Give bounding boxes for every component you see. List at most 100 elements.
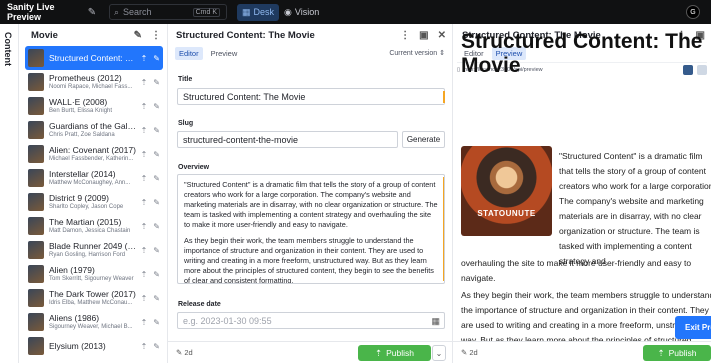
edit-icon[interactable]: ✎: [153, 126, 160, 135]
edit-icon[interactable]: ✎: [153, 342, 160, 351]
published-icon: ⇡: [140, 197, 148, 207]
overview-paragraph-2: As they begin their work, the team membe…: [184, 236, 434, 284]
search-input[interactable]: ⌕ Search Cmd K: [109, 4, 227, 20]
edit-icon[interactable]: ✎: [153, 246, 160, 255]
list-item-subtitle: Ben Burtt, Elissa Knight: [49, 108, 113, 114]
tab-preview[interactable]: Preview: [207, 47, 242, 60]
publish-button[interactable]: ⇡ Publish: [358, 345, 431, 361]
list-item-text: Alien (1979) Tom Skerritt, Sigourney Weav…: [49, 265, 137, 283]
last-edited: 2d: [184, 348, 193, 357]
edit-icon[interactable]: ✎: [153, 174, 160, 183]
list-item-actions: ⇡ ✎: [141, 270, 160, 279]
new-document-icon[interactable]: ✎: [85, 5, 99, 19]
list-item[interactable]: Structured Content: The...⇡✎: [25, 46, 163, 70]
list-item[interactable]: Elysium (2013) ⇡ ✎: [25, 334, 163, 358]
list-item-actions: ⇡ ✎: [141, 174, 160, 183]
rail-content-label[interactable]: Content: [3, 32, 13, 66]
list-item[interactable]: WALL·E (2008) Ben Burtt, Elissa Knight ⇡ ✎: [25, 94, 163, 118]
exit-preview-button[interactable]: Exit Preview: [675, 316, 711, 339]
preview-pane: Structured Content: The Movie ⋮ ▣ Editor…: [453, 24, 711, 363]
list-item-subtitle: Chris Pratt, Zoe Saldana: [49, 132, 115, 138]
list-item-subtitle: Noomi Rapace, Michael Fass...: [49, 84, 133, 90]
tool-vision[interactable]: ◉ Vision: [284, 7, 319, 18]
edit-icon[interactable]: ✎: [153, 222, 160, 231]
overview-textarea[interactable]: "Structured Content" is a dramatic film …: [177, 174, 445, 284]
version-select[interactable]: Current version ⇕: [389, 49, 445, 57]
edit-icon[interactable]: ✎: [153, 318, 160, 327]
list-item[interactable]: Alien: Covenant (2017) Michael Fassbender…: [25, 142, 163, 166]
split-pane-icon[interactable]: ▣: [419, 30, 428, 41]
publish-button[interactable]: ⇡ Publish: [643, 345, 711, 361]
list-item[interactable]: Guardians of the Galaxy ...Chris Pratt, …: [25, 118, 163, 142]
list-item-actions: ⇡ ✎: [141, 294, 160, 303]
published-icon: ⇡: [140, 293, 148, 303]
title-input[interactable]: Structured Content: The Movie: [177, 88, 445, 105]
list-item[interactable]: Prometheus (2012) Noomi Rapace, Michael F…: [25, 70, 163, 94]
edit-icon[interactable]: ✎: [153, 102, 160, 111]
list-item-title: Structured Content: The...: [49, 53, 137, 63]
editor-pane: Structured Content: The Movie ⋮ ▣ ✕ Edit…: [168, 24, 453, 363]
overview-text-continued: overhauling the site to make it more use…: [461, 258, 692, 283]
slug-label: Slug: [178, 120, 194, 127]
poster-thumbnail: [28, 337, 44, 355]
editor-header: Structured Content: The Movie ⋮ ▣ ✕: [168, 24, 452, 46]
list-item-title: WALL·E (2008): [49, 97, 108, 107]
edit-icon[interactable]: ✎: [153, 54, 160, 63]
published-icon: ⇡: [140, 149, 148, 159]
list-item[interactable]: Alien (1979) Tom Skerritt, Sigourney Weav…: [25, 262, 163, 286]
app-brand[interactable]: Sanity Live Preview: [0, 2, 79, 22]
list-item-text: Aliens (1986) Sigourney Weaver, Michael B…: [49, 313, 137, 331]
edit-history-icon[interactable]: ✎: [461, 348, 467, 357]
published-icon: ⇡: [140, 269, 148, 279]
poster-thumbnail: [28, 313, 44, 331]
list-item-title: The Martian (2015): [49, 217, 122, 227]
list-item-title: Blade Runner 2049 (2017): [49, 241, 137, 251]
movie-heading: Structured Content: The Movie: [461, 30, 703, 77]
tool-desk[interactable]: ▦ Desk: [237, 3, 280, 21]
list-item-text: Alien: Covenant (2017) Michael Fassbender…: [49, 145, 137, 163]
publish-icon: ⇡: [374, 347, 383, 358]
list-item[interactable]: Interstellar (2014) Matthew McConaughey, …: [25, 166, 163, 190]
edit-icon[interactable]: ✎: [153, 78, 160, 87]
list-item-actions: ⇡ ✎: [141, 318, 160, 327]
list-item-subtitle: Tom Skerritt, Sigourney Weaver: [49, 276, 134, 282]
movie-poster: STATOUNUTE: [461, 146, 552, 236]
release-date-input[interactable]: e.g. 2023-01-30 09:55 ▦: [177, 312, 445, 329]
edit-icon[interactable]: ✎: [153, 270, 160, 279]
more-menu-icon[interactable]: ⋮: [151, 30, 161, 41]
list-item-text: The Martian (2015) Matt Damon, Jessica Ch…: [49, 217, 137, 235]
slug-value: structured-content-the-movie: [183, 134, 299, 145]
publish-menu-button[interactable]: ⌄: [432, 345, 446, 361]
poster-thumbnail: [28, 289, 44, 307]
title-value: Structured Content: The Movie: [183, 91, 306, 102]
calendar-icon[interactable]: ▦: [431, 316, 440, 327]
edit-icon[interactable]: ✎: [153, 150, 160, 159]
edit-icon[interactable]: ✎: [153, 294, 160, 303]
list-item[interactable]: The Martian (2015) Matt Damon, Jessica Ch…: [25, 214, 163, 238]
slug-input[interactable]: structured-content-the-movie: [177, 131, 398, 148]
list-item[interactable]: Aliens (1986) Sigourney Weaver, Michael B…: [25, 310, 163, 334]
edit-icon[interactable]: ✎: [153, 198, 160, 207]
list-title: Movie: [31, 29, 58, 41]
more-menu-icon[interactable]: ⋮: [400, 30, 410, 41]
close-icon[interactable]: ✕: [438, 30, 446, 41]
poster-thumbnail: [28, 49, 44, 67]
generate-button[interactable]: Generate: [402, 131, 445, 148]
list-item-title: Aliens (1986): [49, 313, 100, 323]
list-item[interactable]: Blade Runner 2049 (2017)Ryan Gosling, Ha…: [25, 238, 163, 262]
content-rail: Content: [0, 24, 19, 363]
editor-title: Structured Content: The Movie: [176, 29, 315, 41]
tab-editor[interactable]: Editor: [175, 46, 203, 60]
list-item[interactable]: The Dark Tower (2017) Idris Elba, Matthew…: [25, 286, 163, 310]
preview-footer: ✎ 2d ⇡ Publish: [453, 341, 711, 363]
edit-history-icon[interactable]: ✎: [176, 348, 182, 357]
list-item-text: Blade Runner 2049 (2017)Ryan Gosling, Ha…: [49, 241, 137, 259]
avatar[interactable]: G: [686, 5, 700, 19]
publish-label: Publish: [668, 348, 697, 358]
poster-thumbnail: [28, 73, 44, 91]
list-item[interactable]: District 9 (2009) Sharlto Copley, Jason C…: [25, 190, 163, 214]
compose-icon[interactable]: ✎: [134, 30, 142, 41]
editor-footer: ✎ 2d ⇡ Publish ⌄: [168, 341, 452, 363]
poster-thumbnail: [28, 97, 44, 115]
mobile-icon[interactable]: ▯: [457, 67, 460, 73]
